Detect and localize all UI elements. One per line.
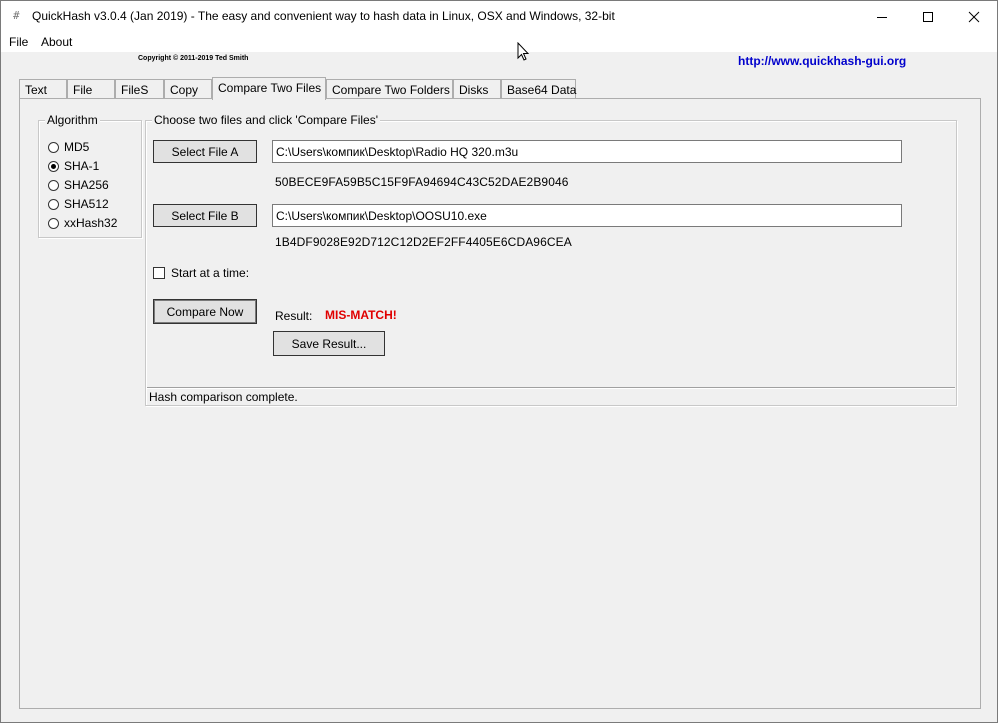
radio-label: MD5 bbox=[64, 140, 90, 154]
copyright-text: Copyright © 2011-2019 Ted Smith bbox=[138, 55, 249, 62]
algorithm-legend: Algorithm bbox=[45, 113, 100, 127]
tab-label: Base64 Data bbox=[507, 83, 577, 97]
select-file-b-button[interactable]: Select File B bbox=[153, 204, 257, 227]
status-bar: Hash comparison complete. bbox=[147, 387, 955, 407]
radio-circle-icon bbox=[48, 179, 59, 191]
tab-label: Disks bbox=[459, 83, 489, 97]
window-title: QuickHash v3.0.4 (Jan 2019) - The easy a… bbox=[32, 9, 615, 23]
close-button[interactable] bbox=[951, 1, 997, 32]
compare-files-legend: Choose two files and click 'Compare File… bbox=[152, 113, 381, 127]
app-icon: # bbox=[13, 9, 20, 22]
checkbox-icon bbox=[153, 267, 165, 279]
menu-about[interactable]: About bbox=[40, 35, 73, 49]
tab-disks[interactable]: Disks bbox=[453, 79, 501, 99]
file-b-path-input[interactable] bbox=[272, 204, 902, 227]
tab-text[interactable]: Text bbox=[19, 79, 67, 99]
tab-label: Compare Two Files bbox=[218, 81, 322, 95]
website-link[interactable]: http://www.quickhash-gui.org bbox=[738, 54, 906, 68]
radio-sha256[interactable]: SHA256 bbox=[48, 177, 109, 193]
tab-files[interactable]: FileS bbox=[115, 79, 164, 99]
tab-copy[interactable]: Copy bbox=[164, 79, 212, 99]
file-a-hash: 50BECE9FA59B5C15F9FA94694C43C52DAE2B9046 bbox=[275, 175, 569, 189]
maximize-icon bbox=[923, 11, 933, 22]
tab-label: Copy bbox=[170, 83, 199, 97]
radio-sha1[interactable]: SHA-1 bbox=[48, 158, 99, 174]
radio-circle-icon bbox=[48, 198, 59, 210]
radio-label: SHA512 bbox=[64, 197, 109, 211]
radio-md5[interactable]: MD5 bbox=[48, 139, 89, 155]
tab-label: File bbox=[73, 83, 93, 97]
save-result-button[interactable]: Save Result... bbox=[273, 331, 385, 356]
minimize-icon bbox=[877, 16, 887, 18]
status-text: Hash comparison complete. bbox=[149, 390, 298, 404]
menu-file[interactable]: File bbox=[8, 35, 29, 49]
radio-selected-icon bbox=[48, 160, 59, 172]
main-window: # QuickHash v3.0.4 (Jan 2019) - The easy… bbox=[0, 0, 998, 723]
tab-strip: Text File FileS Copy Compare Two Files C… bbox=[19, 77, 979, 100]
tab-compare-two-files[interactable]: Compare Two Files bbox=[212, 77, 326, 100]
tab-label: Text bbox=[25, 83, 48, 97]
menu-bar: File About bbox=[1, 32, 997, 52]
radio-circle-icon bbox=[48, 217, 59, 229]
radio-label: SHA-1 bbox=[64, 159, 100, 173]
start-at-time-checkbox[interactable]: Start at a time: bbox=[153, 266, 249, 280]
algorithm-group: Algorithm MD5 SHA-1 SHA256 SHA512 xxHash… bbox=[38, 113, 142, 238]
tab-compare-two-folders[interactable]: Compare Two Folders bbox=[326, 79, 453, 99]
tab-label: FileS bbox=[121, 83, 149, 97]
radio-xxhash32[interactable]: xxHash32 bbox=[48, 215, 117, 231]
radio-label: SHA256 bbox=[64, 178, 109, 192]
radio-sha512[interactable]: SHA512 bbox=[48, 196, 109, 212]
compare-now-button[interactable]: Compare Now bbox=[153, 299, 257, 324]
title-bar[interactable]: # QuickHash v3.0.4 (Jan 2019) - The easy… bbox=[1, 1, 997, 32]
radio-circle-icon bbox=[48, 141, 59, 153]
file-b-hash: 1B4DF9028E92D712C12D2EF2FF4405E6CDA96CEA bbox=[275, 235, 572, 249]
tab-label: Compare Two Folders bbox=[332, 83, 450, 97]
radio-label: xxHash32 bbox=[64, 216, 118, 230]
minimize-button[interactable] bbox=[859, 1, 905, 32]
close-icon bbox=[968, 11, 980, 22]
file-a-path-input[interactable] bbox=[272, 140, 902, 163]
compare-files-group: Choose two files and click 'Compare File… bbox=[145, 113, 957, 407]
compare-two-files-panel: Algorithm MD5 SHA-1 SHA256 SHA512 xxHash… bbox=[19, 98, 981, 709]
mouse-cursor-icon bbox=[517, 42, 530, 61]
start-at-time-label: Start at a time: bbox=[171, 266, 250, 280]
result-label: Result: bbox=[275, 309, 313, 323]
maximize-button[interactable] bbox=[905, 1, 951, 32]
select-file-a-button[interactable]: Select File A bbox=[153, 140, 257, 163]
tab-base64-data[interactable]: Base64 Data bbox=[501, 79, 576, 99]
tab-file[interactable]: File bbox=[67, 79, 115, 99]
result-value: MIS-MATCH! bbox=[325, 308, 397, 322]
